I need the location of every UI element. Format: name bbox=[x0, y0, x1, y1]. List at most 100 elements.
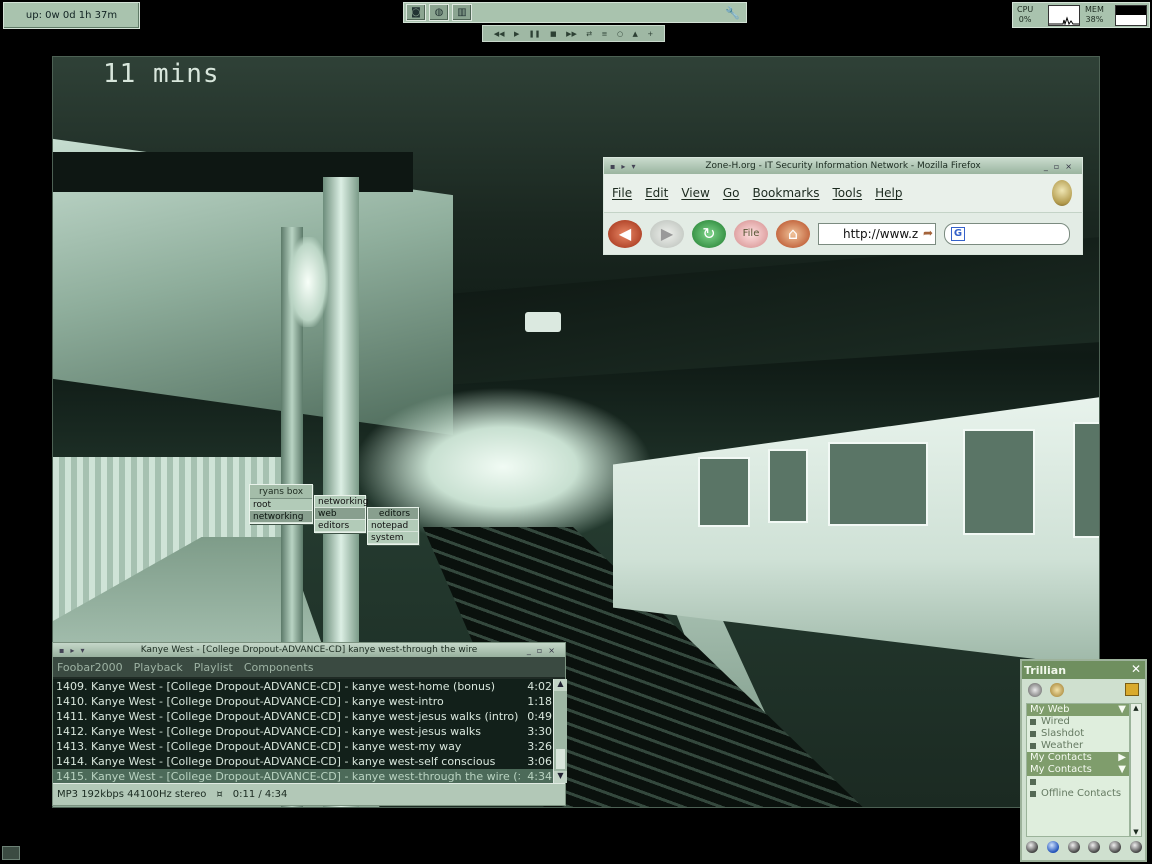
playback-time: 0:11 / 4:34 bbox=[232, 789, 288, 800]
trillian-window: Trillian ✕ My Web ▼ Wired Slashdot Weathe… bbox=[1020, 659, 1147, 862]
contact-list: My Web ▼ Wired Slashdot Weather My Contac… bbox=[1026, 703, 1130, 837]
firefox-window: ▪▸▾ Zone-H.org - IT Security Information… bbox=[603, 157, 1083, 255]
foobar-window: ▪▸▾ Kanye West - [College Dropout-ADVANC… bbox=[52, 642, 567, 806]
camera-icon bbox=[525, 312, 561, 332]
format-info: MP3 192kbps 44100Hz stereo bbox=[57, 789, 207, 800]
contact-scrollbar[interactable]: ▲ ▼ bbox=[1130, 703, 1142, 837]
connection-icon-4[interactable] bbox=[1088, 841, 1101, 853]
foobar-titlebar[interactable]: ▪▸▾ Kanye West - [College Dropout-ADVANC… bbox=[53, 643, 565, 657]
window-controls[interactable]: _▫× bbox=[527, 646, 561, 655]
submenu-item-web[interactable]: web bbox=[315, 508, 365, 520]
playlist-row[interactable]: 1413. Kanye West - [College Dropout-ADVA… bbox=[53, 739, 553, 754]
menu-components[interactable]: Components bbox=[244, 661, 314, 674]
firefox-titlebar[interactable]: ▪▸▾ Zone-H.org - IT Security Information… bbox=[604, 158, 1082, 174]
close-icon[interactable]: ✕ bbox=[1131, 662, 1141, 676]
menu-help[interactable]: Help bbox=[875, 186, 902, 200]
connection-icon-1[interactable] bbox=[1026, 841, 1038, 853]
submenu-item-editors[interactable]: editors bbox=[315, 520, 365, 532]
stop-icon[interactable]: ■ bbox=[550, 30, 557, 38]
shuffle-icon[interactable]: ⇄ bbox=[586, 30, 592, 38]
submenu-item-networking[interactable]: networking bbox=[315, 496, 368, 508]
menu-playback[interactable]: Playback bbox=[134, 661, 183, 674]
group-my-contacts[interactable]: My Contacts ▶ bbox=[1027, 752, 1129, 764]
stop-button[interactable]: File bbox=[734, 219, 768, 248]
scroll-up-icon[interactable]: ▲ bbox=[1131, 704, 1141, 712]
group-my-web[interactable]: My Web ▼ bbox=[1027, 704, 1129, 716]
scroll-down-icon[interactable]: ▼ bbox=[1131, 828, 1141, 836]
playlist-row[interactable]: 1409. Kanye West - [College Dropout-ADVA… bbox=[53, 679, 553, 694]
mem-graph bbox=[1115, 5, 1147, 26]
menu-item-networking[interactable]: networking bbox=[250, 511, 312, 523]
window-controls[interactable]: _▫× bbox=[1044, 162, 1078, 171]
menu-playlist[interactable]: Playlist bbox=[194, 661, 233, 674]
group-my-contacts-2[interactable]: My Contacts ▼ bbox=[1027, 764, 1129, 776]
wrench-icon[interactable]: 🔧 bbox=[725, 6, 740, 20]
menu-view[interactable]: View bbox=[681, 186, 709, 200]
play-icon[interactable]: ▶ bbox=[514, 30, 519, 38]
contact-slashdot[interactable]: Slashdot bbox=[1027, 728, 1129, 740]
foobar-menubar: Foobar2000 Playback Playlist Components bbox=[53, 657, 565, 677]
playlist-icon[interactable]: ≡ bbox=[602, 30, 608, 38]
menu-go[interactable]: Go bbox=[723, 186, 740, 200]
networking-submenu: networking web editors bbox=[314, 495, 368, 533]
menu-item-root[interactable]: root bbox=[250, 499, 312, 511]
connection-icon-5[interactable] bbox=[1109, 841, 1122, 853]
uptime-text: up: 0w 0d 1h 37m bbox=[25, 10, 118, 21]
forward-button[interactable]: ▶ bbox=[650, 219, 684, 248]
prev-icon[interactable]: ◀◀ bbox=[494, 30, 505, 38]
launcher-icon-3[interactable]: ▥ bbox=[452, 4, 472, 21]
menu-foobar2000[interactable]: Foobar2000 bbox=[57, 661, 123, 674]
launcher-bar: ◙ ◍ ▥ 🔧 bbox=[403, 2, 747, 23]
contact-blank[interactable] bbox=[1027, 776, 1129, 788]
trillian-titlebar[interactable]: Trillian ✕ bbox=[1022, 661, 1145, 679]
launcher-icon-1[interactable]: ◙ bbox=[406, 4, 426, 21]
reload-button[interactable]: ↻ bbox=[692, 219, 726, 248]
connection-icon-2[interactable] bbox=[1046, 841, 1059, 853]
pause-icon[interactable]: ❚❚ bbox=[529, 30, 541, 38]
submenu-item-editors-2[interactable]: editors bbox=[368, 508, 418, 520]
status-icon[interactable] bbox=[1028, 683, 1042, 697]
contact-wired[interactable]: Wired bbox=[1027, 716, 1129, 728]
tray-icon[interactable] bbox=[2, 846, 20, 860]
firefox-title: Zone-H.org - IT Security Information Net… bbox=[705, 161, 981, 171]
connection-icon-3[interactable] bbox=[1067, 841, 1080, 853]
volume-down-icon[interactable]: + bbox=[647, 30, 653, 38]
playlist-row[interactable]: 1412. Kanye West - [College Dropout-ADVA… bbox=[53, 724, 553, 739]
system-monitor: CPU 0% MEM 38% bbox=[1012, 2, 1150, 28]
back-button[interactable]: ◀ bbox=[608, 219, 642, 248]
submenu-item-notepad[interactable]: notepad bbox=[368, 520, 418, 532]
contact-weather[interactable]: Weather bbox=[1027, 740, 1129, 752]
window-menu-icon[interactable]: ▪▸▾ bbox=[610, 162, 641, 171]
firefox-navbar: ◀ ▶ ↻ File ⌂ http://www.z ➦ G bbox=[604, 212, 1082, 254]
url-field[interactable]: http://www.z ➦ bbox=[818, 222, 936, 245]
scroll-up-icon[interactable]: ▲ bbox=[554, 679, 567, 691]
contacts-icon[interactable] bbox=[1050, 683, 1064, 697]
group-offline-contacts[interactable]: Offline Contacts bbox=[1027, 788, 1129, 800]
foobar-statusbar: MP3 192kbps 44100Hz stereo ¤ 0:11 / 4:34 bbox=[53, 783, 565, 805]
playlist: 1409. Kanye West - [College Dropout-ADVA… bbox=[53, 679, 553, 783]
repeat-icon[interactable]: ○ bbox=[617, 30, 623, 38]
playlist-row[interactable]: 1410. Kanye West - [College Dropout-ADVA… bbox=[53, 694, 553, 709]
volume-up-icon[interactable]: ▲ bbox=[633, 30, 638, 38]
mem-label: MEM 38% bbox=[1085, 5, 1104, 24]
go-icon[interactable]: ➦ bbox=[923, 226, 933, 240]
scroll-down-icon[interactable]: ▼ bbox=[554, 771, 567, 783]
submenu-item-system[interactable]: system bbox=[368, 532, 418, 544]
web-submenu: editors notepad system bbox=[367, 507, 419, 545]
playlist-row[interactable]: 1411. Kanye West - [College Dropout-ADVA… bbox=[53, 709, 553, 724]
search-field[interactable]: G bbox=[944, 222, 1070, 245]
menu-bookmarks[interactable]: Bookmarks bbox=[752, 186, 819, 200]
menu-edit[interactable]: Edit bbox=[645, 186, 668, 200]
window-menu-icon[interactable]: ▪▸▾ bbox=[59, 646, 90, 655]
playlist-scrollbar[interactable]: ▲ ▼ bbox=[553, 679, 567, 783]
playlist-row-current[interactable]: 1415. Kanye West - [College Dropout-ADVA… bbox=[53, 769, 553, 783]
next-icon[interactable]: ▶▶ bbox=[566, 30, 577, 38]
connection-icon-6[interactable] bbox=[1129, 841, 1142, 853]
home-button[interactable]: ⌂ bbox=[776, 219, 810, 248]
notes-icon[interactable] bbox=[1125, 683, 1139, 696]
menu-file[interactable]: File bbox=[612, 186, 632, 200]
launcher-icon-2[interactable]: ◍ bbox=[429, 4, 449, 21]
scroll-thumb[interactable] bbox=[556, 749, 565, 769]
menu-tools[interactable]: Tools bbox=[833, 186, 863, 200]
playlist-row[interactable]: 1414. Kanye West - [College Dropout-ADVA… bbox=[53, 754, 553, 769]
